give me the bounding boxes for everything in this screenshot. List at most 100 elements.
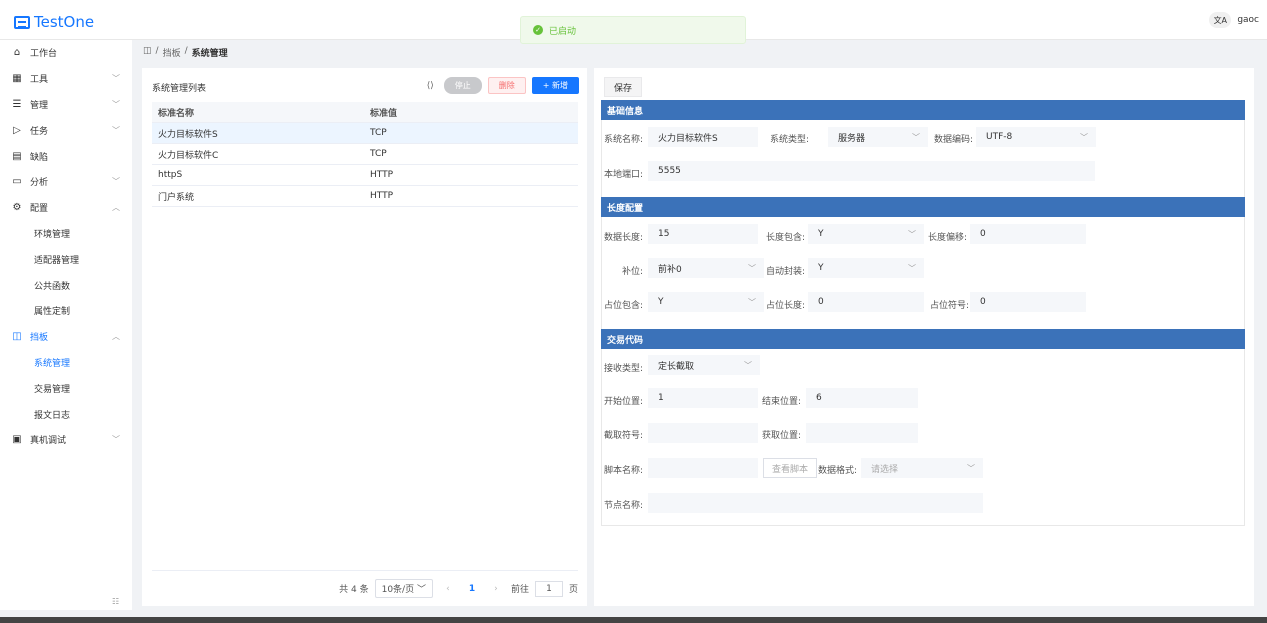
sidebar-item-label: 真机调试 bbox=[30, 436, 67, 447]
script-field[interactable] bbox=[648, 458, 758, 478]
chevron-icon: ﹀ bbox=[112, 74, 120, 84]
len-offset-field[interactable]: 0 bbox=[970, 224, 1086, 244]
breadcrumb-sep: / bbox=[155, 46, 159, 56]
ph-len-field[interactable]: 0 bbox=[808, 292, 924, 312]
auto-wrap-select[interactable]: Y ﹀ bbox=[808, 258, 924, 278]
sys-name-label: 系统名称: bbox=[604, 135, 644, 145]
sidebar-item[interactable]: 系统管理 bbox=[0, 350, 132, 376]
encoding-value: UTF-8 bbox=[986, 132, 1013, 142]
sys-type-value: 服务器 bbox=[838, 133, 866, 144]
ph-len-value: 0 bbox=[818, 297, 824, 307]
view-script-button[interactable]: 查看脚本 bbox=[763, 458, 818, 478]
collapse-sidebar-icon[interactable]: ☷ bbox=[112, 597, 119, 606]
sidebar-item[interactable]: ▭ 分析 ﹀ bbox=[0, 169, 132, 195]
next-page-button[interactable]: › bbox=[487, 581, 505, 597]
grid-icon: ▦ bbox=[12, 73, 22, 85]
sidebar-item[interactable]: ◫ 挡板 ︿ bbox=[0, 324, 132, 350]
sys-type-label: 系统类型: bbox=[770, 135, 810, 145]
save-button[interactable]: 保存 bbox=[604, 77, 643, 97]
sidebar-item[interactable]: 交易管理 bbox=[0, 375, 132, 401]
data-fmt-label: 数据格式: bbox=[818, 466, 858, 476]
cell-value: TCP bbox=[370, 128, 387, 138]
sidebar-item[interactable]: 环境管理 bbox=[0, 221, 132, 247]
sidebar-item-label: 挡板 bbox=[30, 333, 49, 344]
column-header-value[interactable]: 标准值 bbox=[366, 106, 578, 119]
sidebar-item[interactable]: 报文日志 bbox=[0, 401, 132, 427]
node-field[interactable] bbox=[648, 493, 983, 513]
delete-button[interactable]: 删除 bbox=[487, 77, 526, 94]
data-len-field[interactable]: 15 bbox=[648, 224, 758, 244]
sidebar-item[interactable]: ▣ 真机调试 ﹀ bbox=[0, 427, 132, 453]
goto-page-input[interactable]: 1 bbox=[534, 580, 563, 597]
start-field[interactable]: 1 bbox=[648, 388, 758, 408]
success-toast: ✓ 已启动 bbox=[520, 16, 746, 44]
data-fmt-select[interactable]: 请选择 ﹀ bbox=[861, 458, 983, 478]
port-field[interactable]: 5555 bbox=[648, 161, 1095, 181]
cut-char-field[interactable] bbox=[648, 423, 758, 443]
sidebar-item-label: 交易管理 bbox=[34, 384, 71, 395]
len-incl-select[interactable]: Y ﹀ bbox=[808, 224, 924, 244]
system-form-panel: 保存 基础信息 系统名称: 火力目标软件S 系统类型: 服务器 ﹀ 数据编码: U… bbox=[594, 68, 1254, 606]
sidebar-item-label: 公共函数 bbox=[34, 281, 71, 292]
doc-icon: ▤ bbox=[12, 150, 22, 162]
cut-char-label: 截取符号: bbox=[604, 431, 644, 441]
sidebar-item[interactable]: ▷ 任务 ﹀ bbox=[0, 117, 132, 143]
sidebar-item[interactable]: ▦ 工具 ﹀ bbox=[0, 66, 132, 92]
table-row[interactable]: 门户系统 HTTP bbox=[152, 186, 578, 207]
ph-incl-select[interactable]: Y ﹀ bbox=[648, 292, 764, 312]
cell-name: 门户系统 bbox=[158, 192, 195, 203]
sidebar-item-label: 属性定制 bbox=[34, 307, 71, 318]
get-pos-field[interactable] bbox=[806, 423, 918, 443]
play-icon: ▷ bbox=[13, 124, 21, 136]
page-size-select[interactable]: 10条/页 ﹀ bbox=[374, 579, 433, 598]
breadcrumb: ◫ / 挡板 / 系统管理 bbox=[143, 46, 228, 59]
len-incl-label: 长度包含: bbox=[766, 233, 806, 243]
table-row[interactable]: 火力目标软件S TCP bbox=[152, 123, 578, 144]
pad-select[interactable]: 前补0 ﹀ bbox=[648, 258, 764, 278]
refresh-icon[interactable]: ⟨⟩ bbox=[427, 81, 434, 91]
cell-name: 火力目标软件C bbox=[158, 150, 219, 161]
sidebar-item[interactable]: ⌂ 工作台 bbox=[0, 40, 132, 66]
start-label: 开始位置: bbox=[604, 397, 644, 407]
auto-wrap-label: 自动封装: bbox=[766, 267, 806, 277]
add-button[interactable]: + 新增 bbox=[531, 77, 579, 94]
table-row[interactable]: 火力目标软件C TCP bbox=[152, 144, 578, 165]
app-logo[interactable]: TestOne bbox=[14, 13, 94, 31]
encoding-select[interactable]: UTF-8 ﹀ bbox=[976, 127, 1096, 147]
home-icon: ⌂ bbox=[13, 47, 21, 59]
breadcrumb-home-icon[interactable]: ◫ bbox=[143, 46, 152, 59]
sidebar-item[interactable]: 公共函数 bbox=[0, 272, 132, 298]
cell-value: HTTP bbox=[370, 191, 394, 201]
chevron-icon: ﹀ bbox=[112, 177, 120, 187]
port-value: 5555 bbox=[658, 166, 681, 176]
sidebar-item[interactable]: ▤ 缺陷 bbox=[0, 143, 132, 169]
recv-type-select[interactable]: 定长截取 ﹀ bbox=[648, 355, 760, 375]
cell-value: HTTP bbox=[370, 170, 394, 180]
sidebar-item[interactable]: ☰ 管理 ﹀ bbox=[0, 92, 132, 118]
end-field[interactable]: 6 bbox=[806, 388, 918, 408]
chevron-down-icon: ﹀ bbox=[908, 229, 916, 239]
stop-button[interactable]: 停止 bbox=[443, 77, 482, 94]
page-number[interactable]: 1 bbox=[463, 581, 481, 597]
table-row[interactable]: httpS HTTP bbox=[152, 165, 578, 186]
sys-name-field[interactable]: 火力目标软件S bbox=[648, 127, 758, 147]
sidebar-item-label: 配置 bbox=[30, 204, 49, 215]
list-icon: ☰ bbox=[12, 98, 22, 110]
sidebar-item[interactable]: 属性定制 bbox=[0, 298, 132, 324]
table-header: 标准名称 标准值 bbox=[152, 102, 578, 123]
sidebar-item[interactable]: ⚙ 配置 ︿ bbox=[0, 195, 132, 221]
user-area[interactable]: 文A gaoc bbox=[1209, 12, 1259, 28]
translate-icon[interactable]: 文A bbox=[1209, 12, 1232, 28]
sidebar-item-label: 工作台 bbox=[30, 49, 58, 60]
sys-type-select[interactable]: 服务器 ﹀ bbox=[828, 127, 928, 147]
data-len-value: 15 bbox=[658, 229, 670, 239]
column-header-name[interactable]: 标准名称 bbox=[152, 106, 366, 119]
node-label: 节点名称: bbox=[604, 501, 644, 511]
ph-char-field[interactable]: 0 bbox=[970, 292, 1086, 312]
chevron-down-icon: ﹀ bbox=[912, 132, 920, 142]
prev-page-button[interactable]: ‹ bbox=[439, 581, 457, 597]
sidebar-item[interactable]: 适配器管理 bbox=[0, 246, 132, 272]
sidebar-item-label: 工具 bbox=[30, 75, 49, 86]
breadcrumb-level1[interactable]: 挡板 bbox=[163, 46, 181, 59]
len-incl-value: Y bbox=[818, 229, 824, 239]
